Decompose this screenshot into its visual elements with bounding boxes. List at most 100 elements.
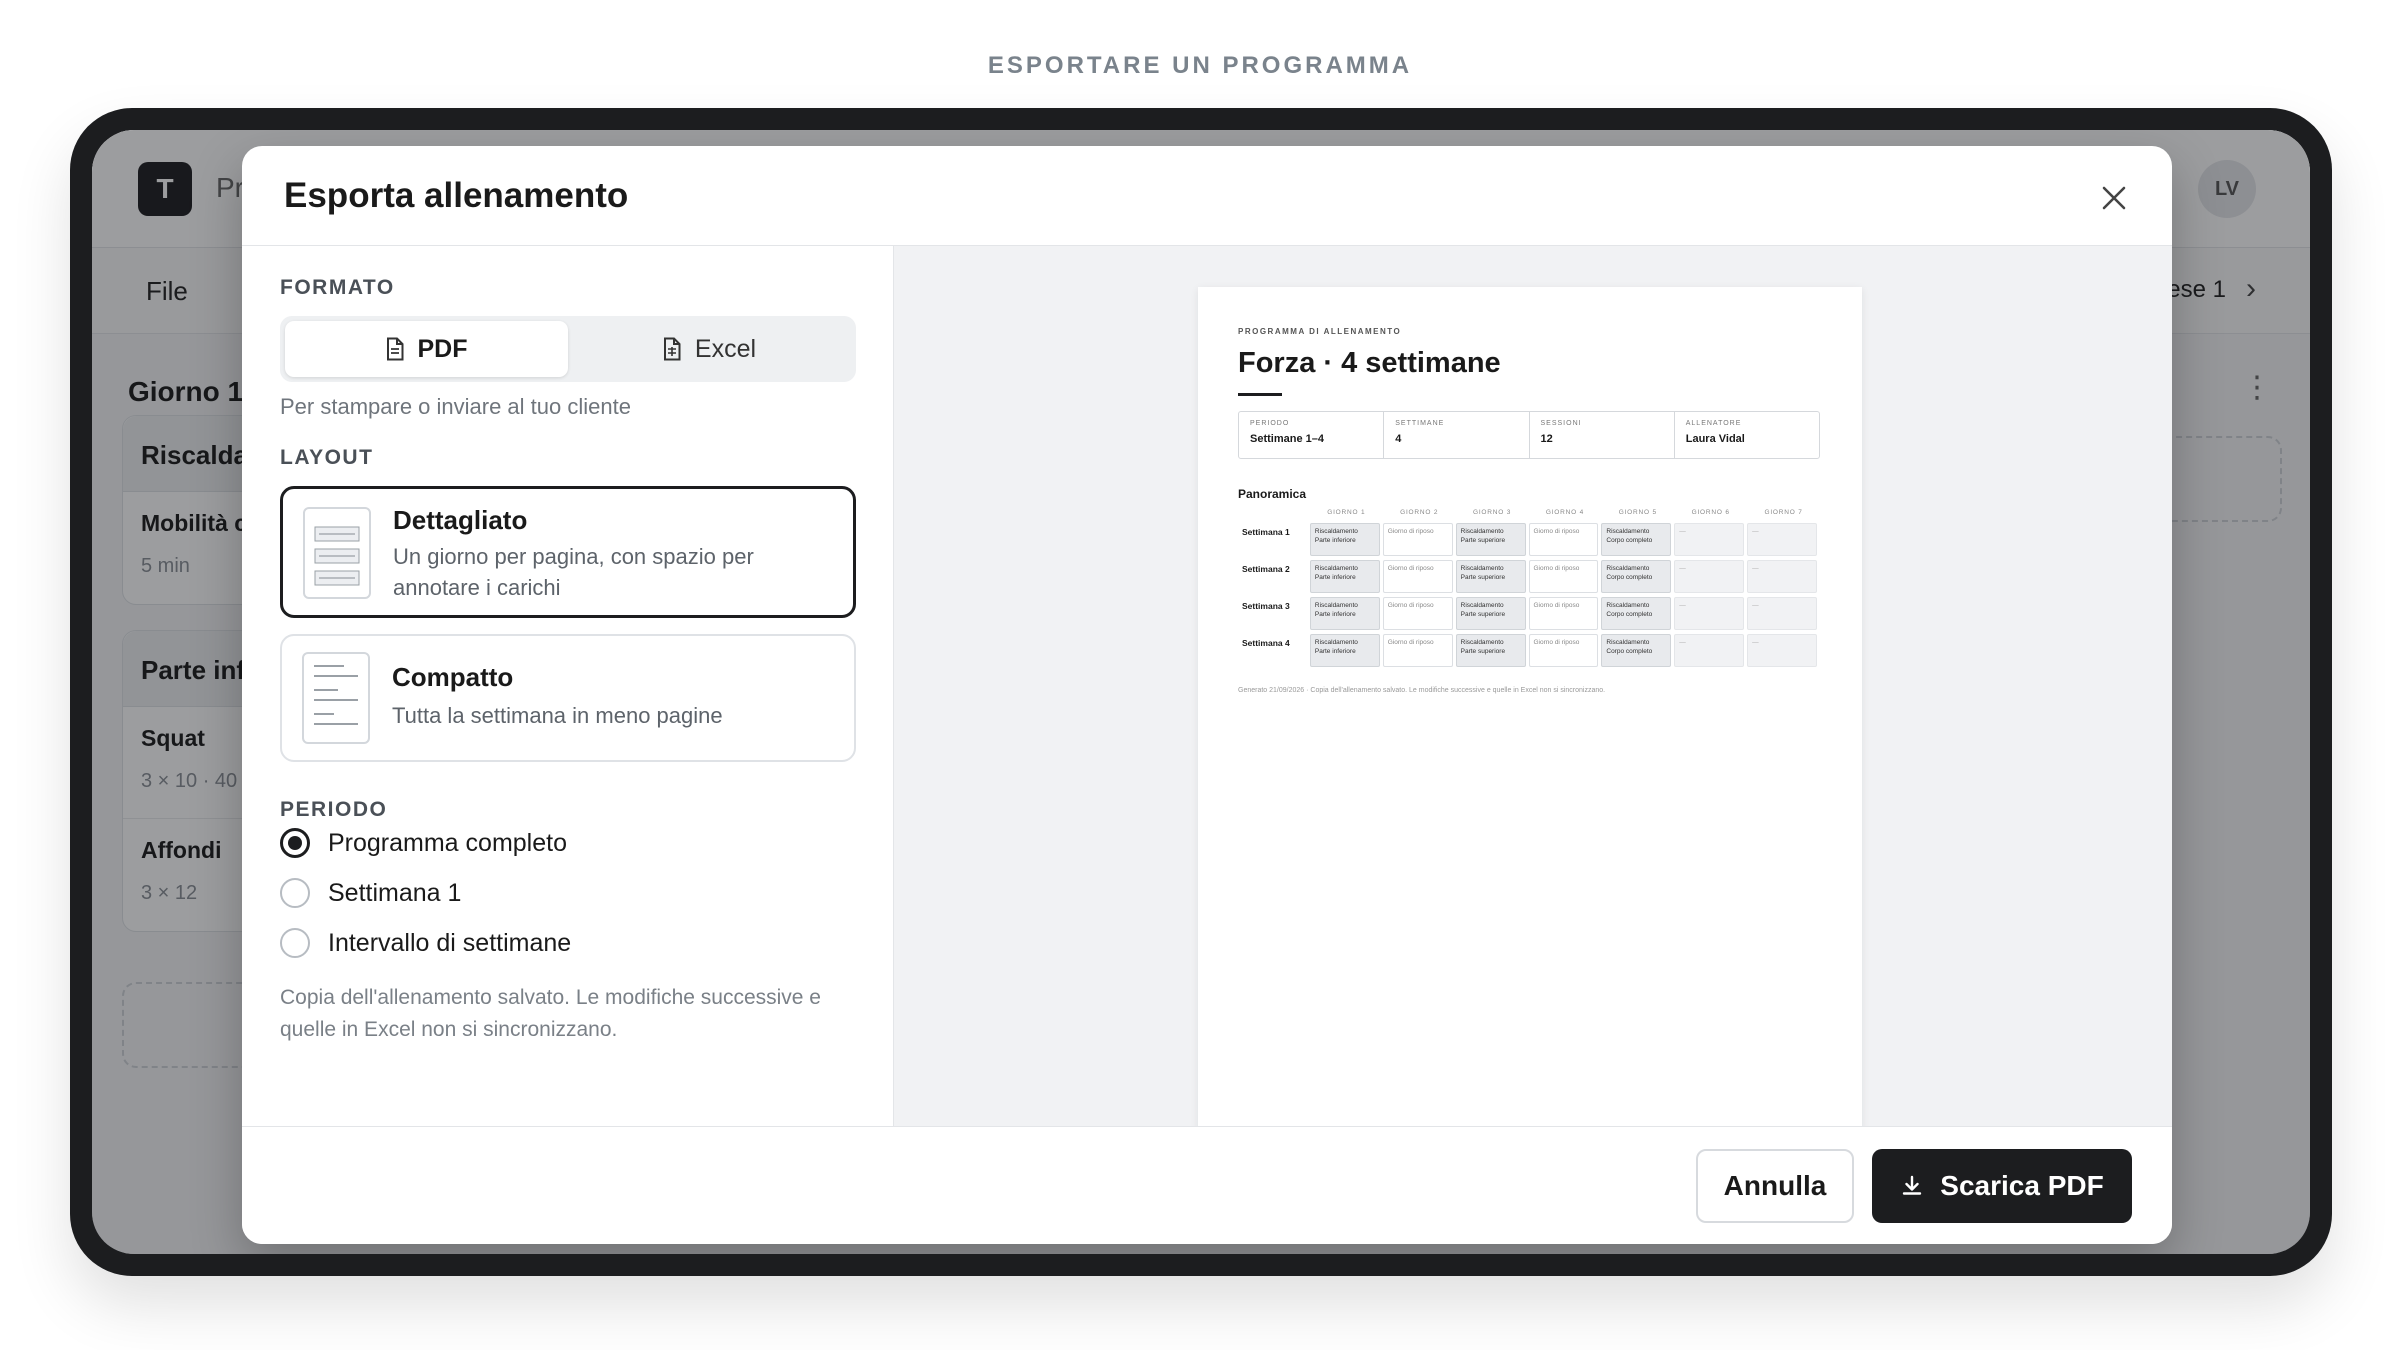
grid-day-cell: Giorno di riposo: [1528, 523, 1599, 556]
tablet-screen: T Pr LV File Mese 1 › Giorno 1 ⋮ Riscald…: [92, 130, 2310, 1254]
close-icon: [2102, 186, 2126, 210]
grid-day-cell: Riscaldamento Corpo completo: [1601, 597, 1672, 630]
grid-week-row: Settimana 1 Riscaldamento Parte inferiore…: [1238, 523, 1820, 560]
info-value: 12: [1540, 433, 1553, 445]
modal-title: Esporta allenamento: [284, 176, 629, 215]
format-helper-text: Per stampare o inviare al tuo cliente: [280, 394, 631, 419]
info-value: Settimane 1–4: [1250, 433, 1324, 445]
format-option-label: Excel: [694, 334, 757, 363]
download-pdf-label: Scarica PDF: [1940, 1170, 2104, 1201]
grid-day-cell: Riscaldamento Parte superiore: [1455, 634, 1526, 667]
grid-day-cell: Riscaldamento Parte inferiore: [1309, 560, 1380, 593]
radio-button[interactable]: [280, 928, 310, 958]
grid-day-cell: Giorno di riposo: [1528, 634, 1599, 667]
info-label: SETTIMANE: [1395, 420, 1445, 427]
info-label: SESSIONI: [1540, 420, 1582, 427]
tablet-frame: T Pr LV File Mese 1 › Giorno 1 ⋮ Riscald…: [70, 108, 2332, 1276]
period-label: PERIODO: [280, 798, 388, 821]
format-option-pdf[interactable]: PDF: [285, 321, 568, 377]
modal-header: Esporta allenamento: [242, 146, 2172, 246]
grid-week-label: Settimana 1: [1242, 527, 1290, 537]
grid-day-cell: —: [1747, 597, 1817, 630]
preview-footer: Generato 21/09/2026 · Copia dell'allenam…: [1238, 687, 1606, 694]
grid-day-cell: Giorno di riposo: [1382, 597, 1453, 630]
info-value: 4: [1395, 433, 1402, 445]
grid-day-cell: Riscaldamento Corpo completo: [1601, 560, 1672, 593]
preview-eyebrow: PROGRAMMA DI ALLENAMENTO: [1238, 327, 1402, 336]
page-caption: ESPORTARE UN PROGRAMMA: [987, 52, 1413, 79]
grid-day-cell: Giorno di riposo: [1382, 634, 1453, 667]
radio-button[interactable]: [280, 878, 310, 908]
grid-day-cell: Giorno di riposo: [1382, 560, 1453, 593]
info-label: PERIODO: [1250, 420, 1290, 427]
grid-day-header: GIORNO 5: [1618, 509, 1657, 516]
grid-day-cell: Riscaldamento Corpo completo: [1601, 523, 1672, 556]
format-label: FORMATO: [280, 276, 395, 299]
info-label: ALLENATORE: [1685, 420, 1742, 427]
download-pdf-button[interactable]: Scarica PDF: [1872, 1149, 2132, 1223]
layout-option-desc: Tutta la settimana in meno pagine: [392, 703, 723, 728]
period-option-range[interactable]: Intervallo di settimane: [280, 928, 571, 958]
grid-day-cell: Giorno di riposo: [1528, 597, 1599, 630]
grid-day-cell: —: [1674, 634, 1745, 667]
grid-day-cell: Riscaldamento Parte superiore: [1455, 597, 1526, 630]
grid-day-cell: Riscaldamento Parte inferiore: [1309, 597, 1380, 630]
layout-option-compact[interactable]: Compatto Tutta la settimana in meno pagi…: [280, 634, 856, 762]
grid-day-cell: —: [1674, 523, 1745, 556]
grid-day-header: GIORNO 3: [1472, 509, 1512, 516]
grid-day-cell: —: [1747, 634, 1817, 667]
grid-day-cell: —: [1747, 523, 1817, 556]
preview-info-cell: PERIODO Settimane 1–4: [1239, 412, 1385, 458]
radio-button[interactable]: [280, 828, 310, 858]
grid-week-label: Settimana 3: [1242, 601, 1290, 611]
info-value: Laura Vidal: [1685, 433, 1745, 445]
format-option-label: PDF: [417, 334, 468, 363]
grid-day-cell: —: [1747, 560, 1817, 593]
grid-day-cell: Riscaldamento Parte inferiore: [1309, 634, 1380, 667]
pdf-preview-panel[interactable]: PROGRAMMA DI ALLENAMENTO Forza · 4 setti…: [894, 246, 2172, 1126]
period-option-week1[interactable]: Settimana 1: [280, 878, 461, 908]
grid-day-cell: Giorno di riposo: [1528, 560, 1599, 593]
preview-info-cell: SETTIMANE 4: [1384, 412, 1530, 458]
grid-week-label: Settimana 2: [1242, 564, 1290, 574]
cancel-button[interactable]: Annulla: [1696, 1149, 1854, 1223]
grid-day-cell: Giorno di riposo: [1382, 523, 1453, 556]
grid-week-row: Settimana 3 Riscaldamento Parte inferiore…: [1238, 597, 1820, 634]
layout-option-title: Dettagliato: [393, 505, 528, 535]
grid-day-cell: Riscaldamento Parte superiore: [1455, 523, 1526, 556]
sync-note: Copia dell'allenamento salvato. Le modif…: [280, 986, 821, 1041]
period-option-label: Programma completo: [328, 828, 567, 857]
grid-day-header: GIORNO 1: [1327, 509, 1366, 516]
grid-day-header: GIORNO 4: [1545, 509, 1585, 516]
preview-info-table: PERIODO Settimane 1–4 SETTIMANE 4 SESSIO…: [1238, 411, 1820, 459]
period-option-label: Settimana 1: [328, 878, 462, 907]
format-option-excel[interactable]: Excel: [568, 321, 851, 377]
spreadsheet-icon: [663, 337, 681, 361]
preview-title-rule: [1238, 393, 1282, 396]
document-icon: [386, 337, 403, 361]
layout-option-title: Compatto: [392, 662, 514, 692]
pdf-page-preview: PROGRAMMA DI ALLENAMENTO Forza · 4 setti…: [1198, 287, 1862, 1126]
period-option-full[interactable]: Programma completo: [280, 828, 567, 858]
grid-day-cell: Riscaldamento Parte superiore: [1455, 560, 1526, 593]
preview-grid-header: GIORNO 1 GIORNO 2 GIORNO 3 GIORNO 4 GIORNO 5…: [1238, 509, 1820, 523]
export-options-panel: FORMATO PDF Excel Per stampare o inviare…: [242, 246, 894, 1126]
download-icon: [1903, 1175, 1922, 1195]
grid-day-cell: —: [1674, 560, 1745, 593]
layout-detailed-thumbnail: [303, 507, 371, 599]
close-button[interactable]: [2094, 178, 2134, 218]
grid-day-cell: Riscaldamento Corpo completo: [1601, 634, 1672, 667]
layout-compact-thumbnail: [302, 652, 370, 744]
period-option-label: Intervallo di settimane: [328, 928, 572, 957]
grid-day-header: GIORNO 2: [1400, 509, 1439, 516]
preview-info-cell: ALLENATORE Laura Vidal: [1675, 412, 1819, 458]
grid-day-header: GIORNO 7: [1764, 509, 1803, 516]
preview-overview-grid: GIORNO 1 GIORNO 2 GIORNO 3 GIORNO 4 GIORNO 5…: [1238, 509, 1820, 671]
layout-label: LAYOUT: [280, 446, 374, 469]
grid-day-cell: Riscaldamento Parte inferiore: [1309, 523, 1380, 556]
layout-option-detailed[interactable]: Dettagliato Un giorno per pagina, con sp…: [280, 486, 856, 618]
grid-week-label: Settimana 4: [1242, 638, 1290, 648]
grid-day-cell: —: [1674, 597, 1745, 630]
preview-info-cell: SESSIONI 12: [1530, 412, 1675, 458]
format-selector: PDF Excel: [280, 316, 856, 382]
